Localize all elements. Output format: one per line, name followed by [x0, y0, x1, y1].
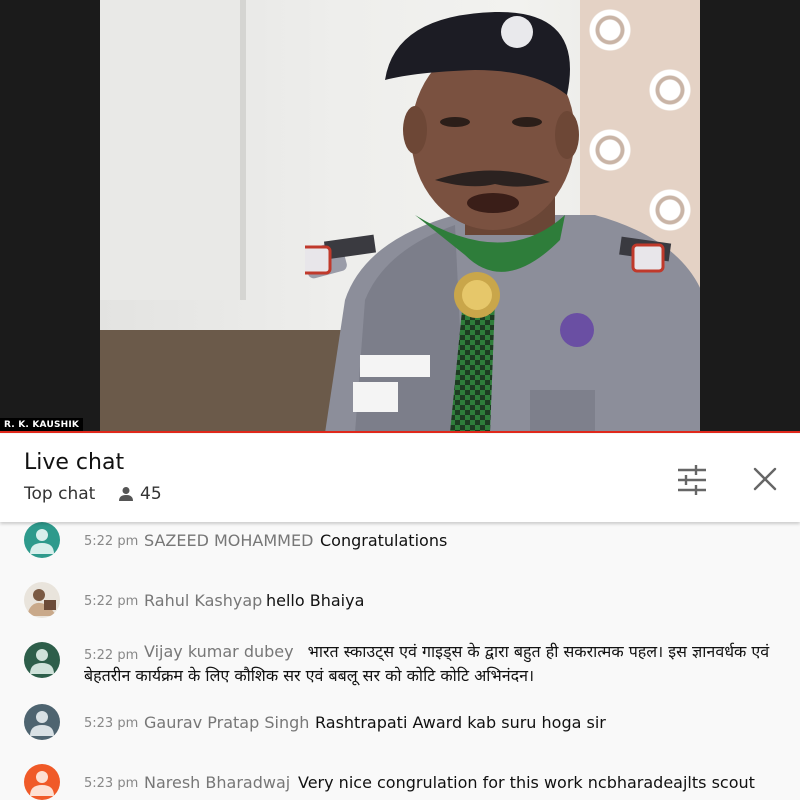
- message-text: hello Bhaiya: [266, 591, 365, 610]
- speaker-figure: [305, 11, 700, 433]
- chat-mode-selector[interactable]: Top chat: [24, 484, 95, 504]
- message-time: 5:23 pm: [84, 776, 139, 791]
- viewer-count-value: 45: [140, 484, 162, 504]
- close-icon: [753, 467, 777, 491]
- video-frame: zoom: [100, 0, 700, 433]
- chat-message: 5:22 pm SAZEED MOHAMMED Congratulations: [0, 522, 800, 562]
- viewer-count: 45: [118, 484, 162, 504]
- default-avatar-icon: [24, 522, 60, 558]
- live-chat-header: Live chat Top chat 45: [0, 434, 800, 522]
- default-avatar-icon: [24, 764, 60, 800]
- person-icon: [119, 487, 133, 501]
- participant-name-label: R. K. KAUSHIK: [0, 418, 84, 432]
- message-text: Rashtrapati Award kab suru hoga sir: [315, 713, 606, 732]
- message-body: 5:22 pm Vijay kumar dubey भारत स्काउट्स एव…: [84, 640, 784, 688]
- chat-message: 5:22 pm Rahul Kashyap hello Bhaiya: [0, 582, 800, 622]
- tune-icon: [678, 465, 706, 495]
- message-author[interactable]: Vijay kumar dubey: [144, 642, 294, 661]
- avatar[interactable]: [24, 642, 60, 678]
- chat-message: 5:22 pm Vijay kumar dubey भारत स्काउट्स एव…: [0, 640, 800, 700]
- message-text: Very nice congrulation for this work ncb…: [298, 773, 755, 792]
- message-text: Congratulations: [320, 531, 448, 550]
- avatar[interactable]: [24, 582, 60, 618]
- avatar[interactable]: [24, 764, 60, 800]
- default-avatar-icon: [24, 642, 60, 678]
- avatar[interactable]: [24, 522, 60, 558]
- message-author[interactable]: Rahul Kashyap: [144, 591, 262, 610]
- message-time: 5:23 pm: [84, 716, 139, 731]
- background-door: [100, 0, 246, 300]
- message-time: 5:22 pm: [84, 648, 139, 663]
- video-progress-bar[interactable]: [0, 431, 800, 433]
- message-author[interactable]: Gaurav Pratap Singh: [144, 713, 309, 732]
- close-chat-button[interactable]: [746, 460, 784, 498]
- message-time: 5:22 pm: [84, 594, 139, 609]
- video-player[interactable]: zoom R. K. KAUSHIK: [0, 0, 800, 433]
- chat-title: Live chat: [24, 450, 125, 475]
- default-avatar-icon: [24, 704, 60, 740]
- chat-message: 5:23 pm Gaurav Pratap Singh Rashtrapati …: [0, 704, 800, 744]
- chat-filter-button[interactable]: [672, 462, 712, 498]
- profile-photo-avatar: [24, 582, 60, 618]
- message-author[interactable]: SAZEED MOHAMMED: [144, 531, 313, 550]
- message-time: 5:22 pm: [84, 534, 139, 549]
- message-author[interactable]: Naresh Bharadwaj: [144, 773, 290, 792]
- chat-message-list[interactable]: 5:22 pm SAZEED MOHAMMED Congratulations …: [0, 522, 800, 800]
- avatar[interactable]: [24, 704, 60, 740]
- chat-message: 5:23 pm Naresh Bharadwaj Very nice congr…: [0, 764, 800, 800]
